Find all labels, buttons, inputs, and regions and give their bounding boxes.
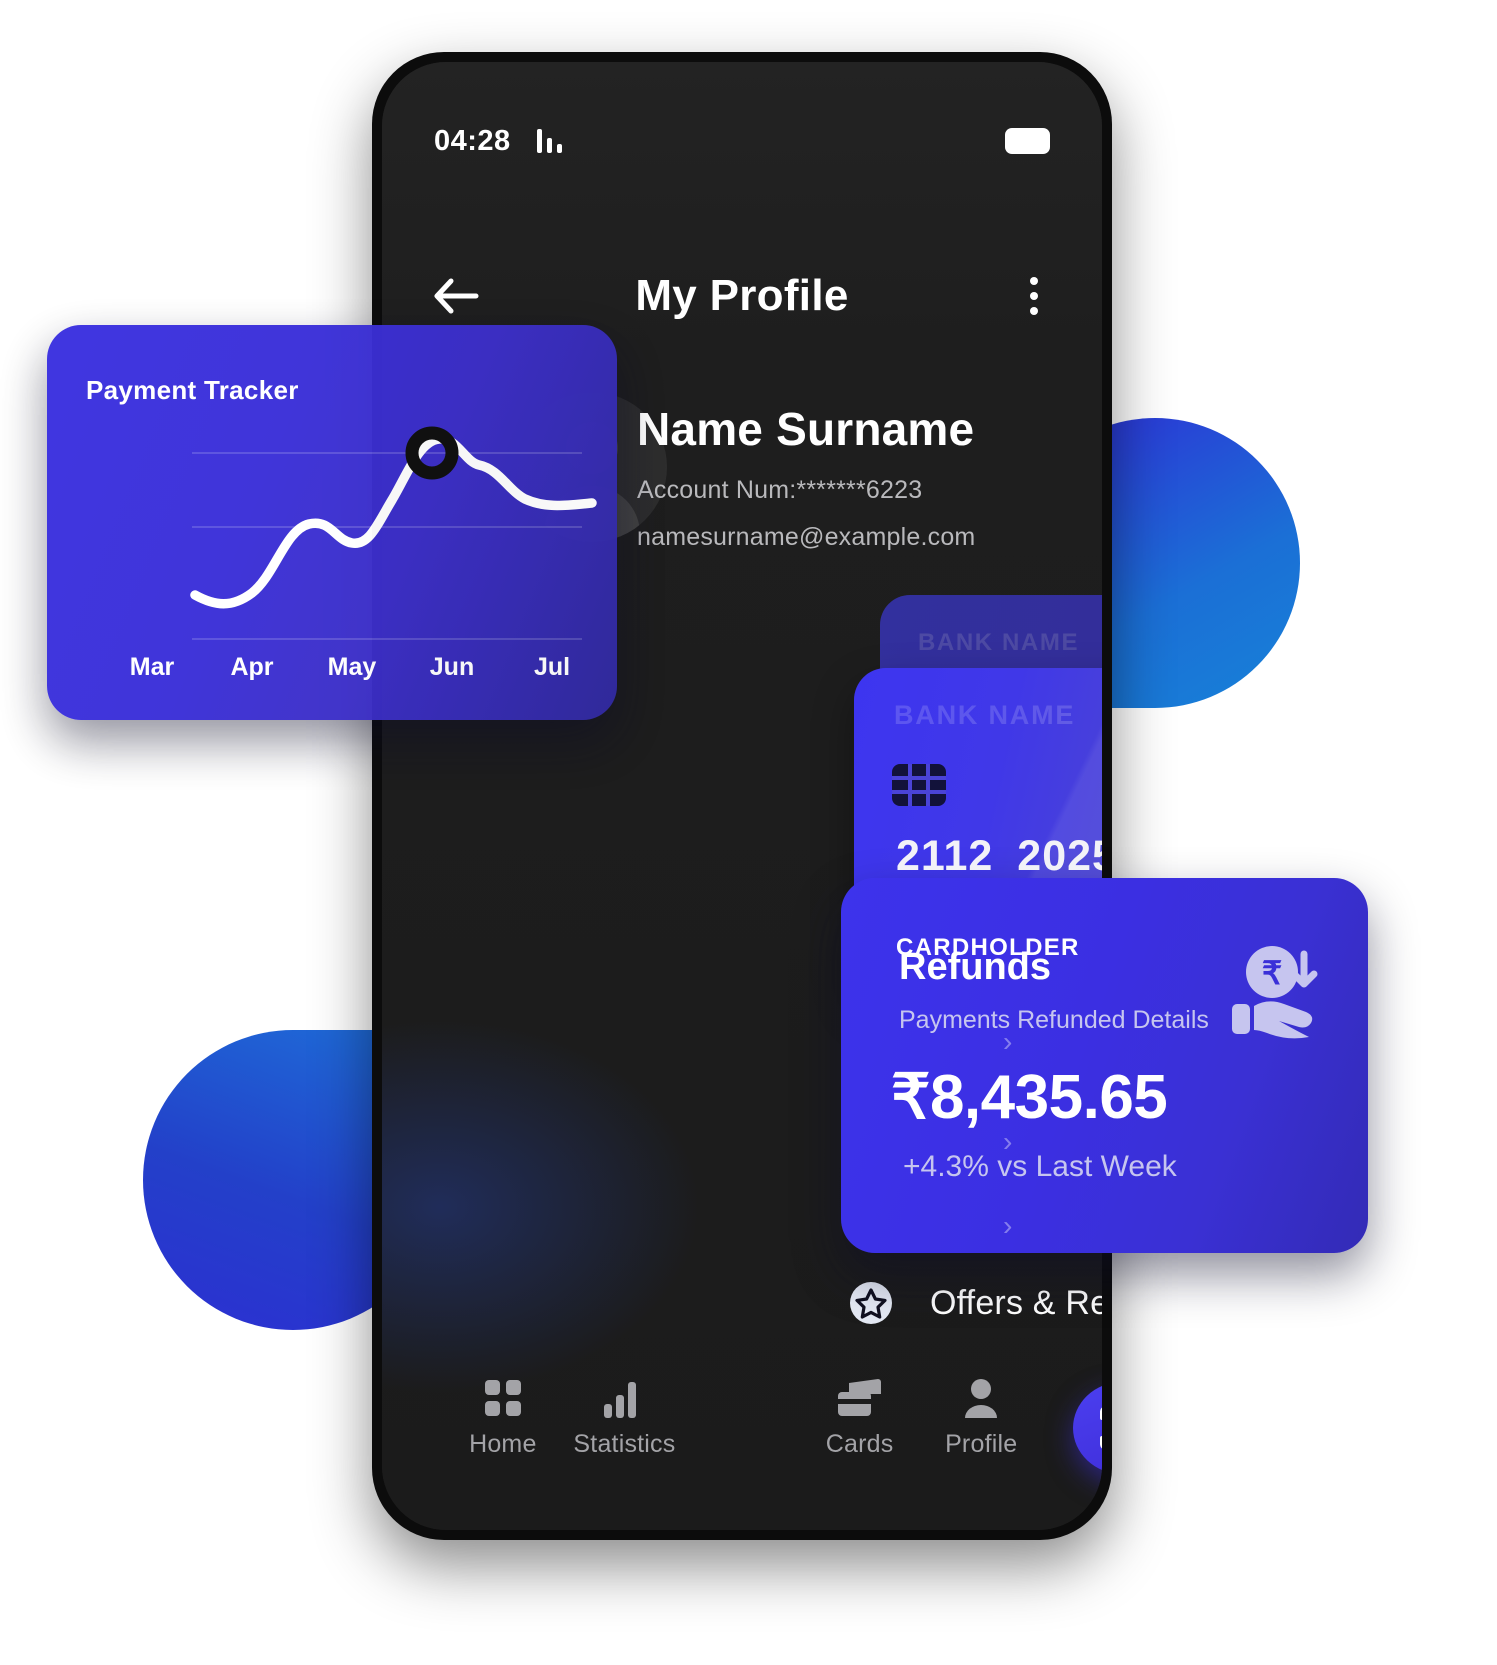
status-bar: 04:28 [382,120,1102,162]
rupee-refund-hand-icon: ₹ [1230,944,1334,1045]
screenshot-stage: 04:28 My Profile Name Surname Account Nu… [0,0,1497,1665]
person-icon [965,1378,998,1418]
chevron-right-icon: › [1003,1026,1013,1057]
card-bank-name: BANK NAME [918,629,1080,656]
nav-item-home[interactable]: Home [442,1378,564,1459]
nav-label: Cards [825,1429,894,1458]
phone-frame: 04:28 My Profile Name Surname Account Nu… [372,52,1112,1540]
phone-screen: 04:28 My Profile Name Surname Account Nu… [382,62,1102,1530]
bar-chart-icon [604,1381,637,1418]
nav-item-statistics[interactable]: Statistics [564,1378,686,1459]
nav-label: Home [469,1429,537,1458]
card-chip-icon [892,764,946,806]
refunds-delta: +4.3% vs Last Week [903,1150,1177,1183]
refunds-subtitle: Payments Refunded Details [899,1006,1209,1034]
nav-item-cards[interactable]: Cards [799,1378,921,1459]
menu-item-offers-rewards[interactable]: Offers & Rewards [848,1256,1102,1350]
chart-xtick-label: Jun [429,653,475,681]
bottom-navigation: Home Statistics Cards Profile [382,1358,1102,1478]
svg-text:₹: ₹ [1262,955,1282,991]
kebab-dot [1030,292,1038,300]
chart-xtick-label: Mar [129,653,175,681]
scan-qr-icon [1100,1408,1102,1448]
card-bank-name: BANK NAME [894,700,1076,730]
cards-stack-icon [837,1378,881,1416]
battery-icon [1005,128,1050,154]
profile-name: Name Surname [637,403,975,455]
kebab-dot [1030,307,1038,315]
chart-xaxis: Mar Apr May Jun Jul [102,653,617,682]
payment-tracker-card[interactable]: Payment Tracker 83.5 82.5 Mar Apr May Ju… [47,325,617,720]
chevron-right-icon: › [1003,1210,1013,1241]
kebab-dot [1030,277,1038,285]
menu-item-label: Offers & Rewards [930,1283,1102,1322]
card-number-group: 2025 [1017,832,1102,880]
nav-label: Profile [945,1429,1018,1458]
signal-bars-icon [536,129,562,153]
chart-xtick-label: Apr [230,653,274,681]
card-number-group: 2112 [896,832,994,880]
card-holder-label: CARDHOLDER [896,934,1080,961]
chart-xtick-label: Jul [533,653,571,681]
grid-icon [484,1379,521,1416]
overflow-menu-button[interactable] [1012,268,1056,324]
refunds-amount: ₹8,435.65 [891,1063,1168,1132]
card-number: 2112 2025 1208 1565 [896,832,1102,881]
chart-xtick-label: May [327,653,377,681]
page-title: My Profile [635,271,849,320]
nav-item-profile[interactable]: Profile [920,1378,1042,1459]
status-time: 04:28 [434,124,511,157]
profile-email: namesurname@example.com [637,523,976,551]
profile-block: Name Surname Account Num:*******6223 nam… [517,392,1102,552]
nav-label: Statistics [573,1429,676,1458]
profile-account-number: Account Num:*******6223 [637,476,923,504]
star-circle-icon [848,1281,894,1325]
